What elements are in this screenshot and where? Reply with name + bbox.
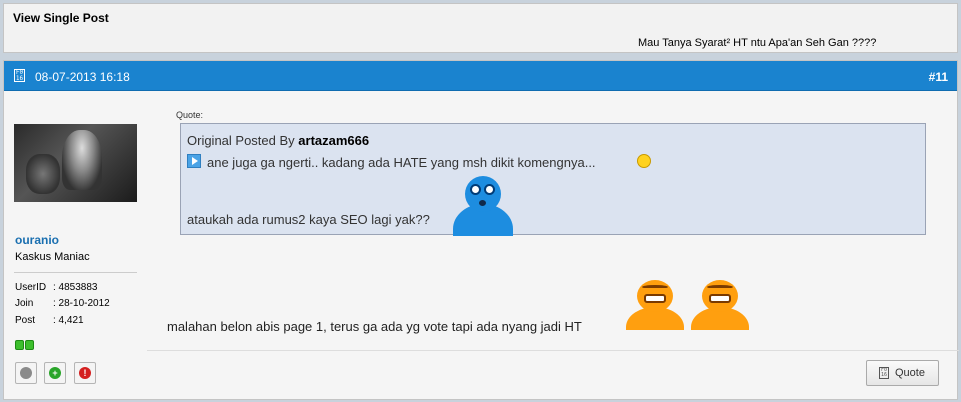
reputation-gray-icon bbox=[20, 367, 32, 379]
blue-emoticon bbox=[451, 174, 515, 236]
add-friend-button[interactable]: + bbox=[44, 362, 66, 384]
quote-text-line1: ane juga ga ngerti.. kadang ada HATE yan… bbox=[207, 155, 596, 170]
info-value: : 4,421 bbox=[53, 315, 84, 326]
info-key: Post bbox=[15, 315, 36, 326]
avatar-figure bbox=[26, 154, 60, 194]
username-link[interactable]: ouranio bbox=[15, 233, 59, 247]
quote-button-label: Quote bbox=[895, 367, 925, 379]
smiley-icon bbox=[637, 154, 651, 168]
quote-header: Original Posted By artazam666 bbox=[187, 133, 369, 148]
quote-text-line2: ataukah ada rumus2 kaya SEO lagi yak?? bbox=[187, 212, 430, 227]
page-title: View Single Post bbox=[13, 11, 109, 25]
thread-subject: Mau Tanya Syarat² HT ntu Apa'an Seh Gan … bbox=[638, 37, 877, 49]
post-number-link[interactable]: #11 bbox=[929, 70, 948, 84]
info-value: : 4853883 bbox=[53, 282, 98, 293]
avatar-face bbox=[62, 130, 102, 190]
laughing-emoticon bbox=[624, 280, 686, 330]
report-icon: ! bbox=[79, 367, 91, 379]
info-key: UserID bbox=[15, 282, 47, 293]
quote-author[interactable]: artazam666 bbox=[298, 133, 369, 148]
user-title: Kaskus Maniac bbox=[15, 251, 90, 263]
reputation-button[interactable] bbox=[15, 362, 37, 384]
quote-posted-by: Original Posted By bbox=[187, 133, 299, 148]
post-message: malahan belon abis page 1, terus ga ada … bbox=[167, 319, 582, 334]
user-info-post: Post : 4,421 bbox=[15, 315, 84, 326]
quote-box: Original Posted By artazam666 ane juga g… bbox=[180, 123, 926, 236]
quote-button[interactable]: F0 16 Quote bbox=[866, 360, 939, 386]
quote-label: Quote: bbox=[176, 110, 204, 120]
user-info-join: Join : 28-10-2012 bbox=[15, 298, 110, 309]
post-container: F0 16 08-07-2013 16:18 #11 ouranio Kasku… bbox=[3, 60, 959, 400]
report-button[interactable]: ! bbox=[74, 362, 96, 384]
avatar[interactable] bbox=[14, 124, 137, 202]
user-divider bbox=[14, 272, 137, 273]
post-header: F0 16 08-07-2013 16:18 #11 bbox=[4, 61, 957, 91]
quote-icon: F0 16 bbox=[879, 367, 889, 379]
single-post-panel: View Single Post Mau Tanya Syarat² HT nt… bbox=[3, 3, 958, 53]
play-icon[interactable] bbox=[187, 154, 201, 168]
calendar-icon: F0 16 bbox=[14, 69, 25, 82]
info-value: : 28-10-2012 bbox=[53, 298, 110, 309]
reputation-icon bbox=[15, 339, 35, 353]
laughing-emoticon bbox=[689, 280, 751, 330]
info-key: Join bbox=[15, 298, 34, 309]
user-info-userid: UserID : 4853883 bbox=[15, 282, 98, 293]
post-footer-divider bbox=[147, 350, 959, 351]
add-friend-icon: + bbox=[49, 367, 61, 379]
post-date: 08-07-2013 16:18 bbox=[35, 70, 130, 84]
